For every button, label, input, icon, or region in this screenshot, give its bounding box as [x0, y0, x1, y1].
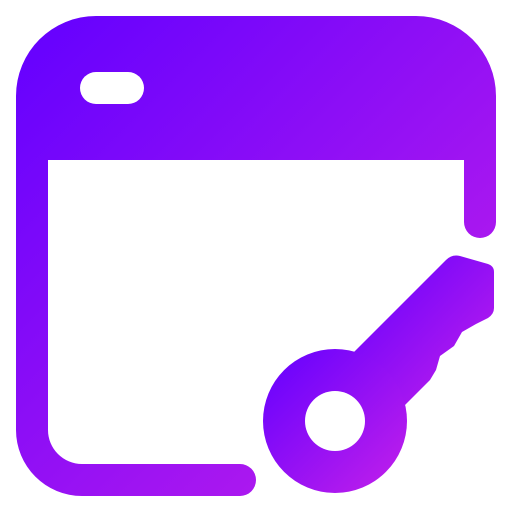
icon-canvas	[0, 0, 512, 512]
browser-key-icon	[16, 16, 496, 496]
key-icon	[263, 255, 494, 493]
title-bar-pill	[80, 72, 144, 104]
